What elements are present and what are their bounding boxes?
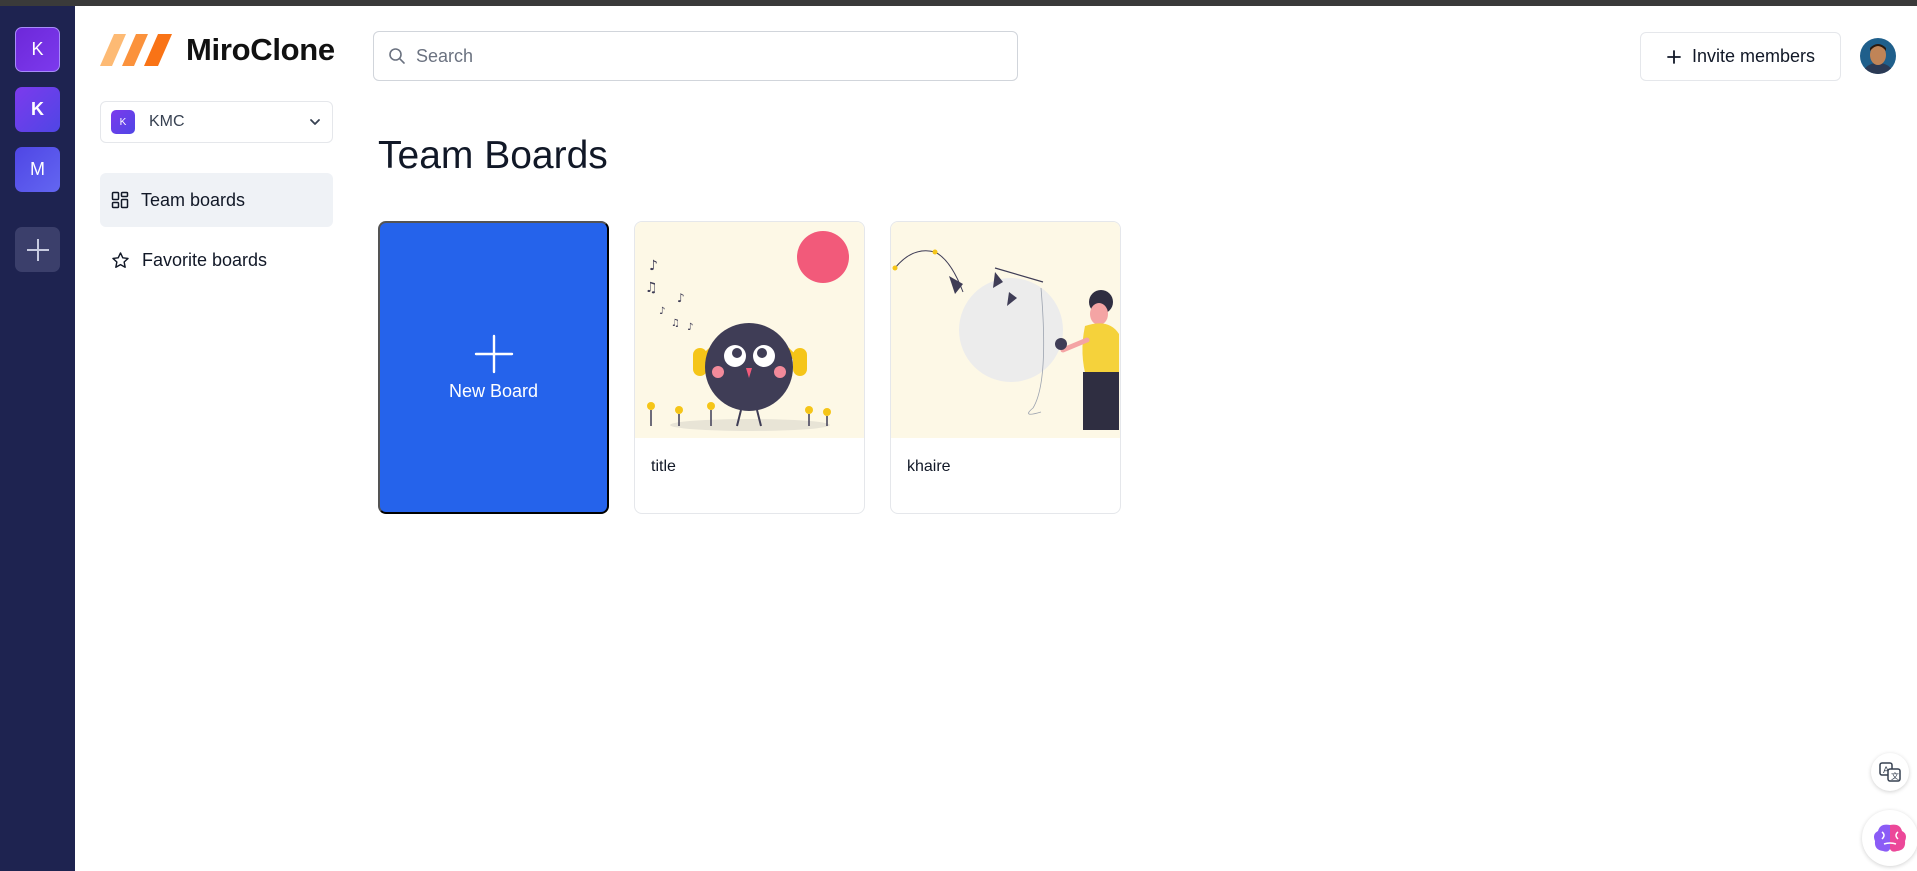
ai-assistant-button[interactable] (1862, 810, 1917, 866)
svg-text:♫: ♫ (645, 280, 658, 296)
svg-text:♪: ♪ (687, 322, 693, 333)
board-title: title (651, 458, 676, 475)
board-card[interactable]: ♪ ♫ ♪ ♪ ♫ ♪ title (634, 221, 865, 514)
search-icon (389, 48, 405, 64)
logo-mark (100, 34, 172, 66)
org-sidebar: K K M (0, 6, 75, 871)
svg-text:文: 文 (1891, 771, 1899, 781)
org-initial: K (31, 39, 44, 59)
svg-text:♪: ♪ (659, 306, 665, 317)
svg-text:♪: ♪ (677, 291, 685, 305)
avatar-image (1860, 38, 1896, 74)
svg-text:♪: ♪ (649, 258, 658, 274)
org-name: KMC (149, 113, 185, 130)
board-card[interactable]: khaire (890, 221, 1121, 514)
chevron-down-icon (310, 119, 320, 125)
music-bird-illustration: ♪ ♫ ♪ ♪ ♫ ♪ (645, 231, 849, 431)
org-avatar: K (111, 110, 135, 134)
org-switcher[interactable]: K KMC (100, 101, 333, 143)
org-button-1[interactable]: K (15, 27, 60, 72)
app-name: MiroClone (186, 32, 335, 67)
board-thumbnail (891, 222, 1120, 438)
org-button-3[interactable]: M (15, 147, 60, 192)
nav-favorite-boards[interactable]: Favorite boards (100, 233, 333, 287)
translate-button[interactable]: A 文 (1871, 753, 1909, 791)
plus-icon (26, 238, 49, 261)
board-thumbnail: ♪ ♫ ♪ ♪ ♫ ♪ (635, 222, 864, 438)
app-logo[interactable]: MiroClone (100, 28, 335, 72)
plus-icon (474, 334, 513, 374)
new-board-label: New Board (448, 381, 539, 401)
invite-members-button[interactable]: Invite members (1640, 32, 1841, 81)
add-org-button[interactable] (15, 227, 60, 272)
org-initial: K (31, 99, 44, 119)
new-board-button[interactable]: New Board (378, 221, 609, 514)
user-avatar[interactable] (1860, 38, 1896, 74)
browser-top-bar (0, 0, 1917, 6)
page-title: Team Boards (378, 134, 608, 177)
nav-label: Favorite boards (142, 249, 268, 270)
invite-label: Invite members (1691, 46, 1816, 66)
org-button-2[interactable]: K (15, 87, 60, 132)
org-initial: M (30, 159, 45, 179)
brain-icon (1874, 824, 1906, 852)
dashboard-icon (111, 191, 129, 209)
board-title: khaire (907, 458, 951, 475)
astronaut-girl-illustration (892, 249, 1119, 430)
translate-icon: A 文 (1879, 762, 1901, 782)
search-input[interactable] (416, 45, 1003, 67)
nav-team-boards[interactable]: Team boards (100, 173, 333, 227)
svg-text:♫: ♫ (671, 318, 680, 329)
star-icon (112, 251, 129, 268)
nav-label: Team boards (141, 189, 246, 210)
search-bar[interactable] (373, 31, 1018, 81)
plus-icon (1667, 49, 1681, 64)
